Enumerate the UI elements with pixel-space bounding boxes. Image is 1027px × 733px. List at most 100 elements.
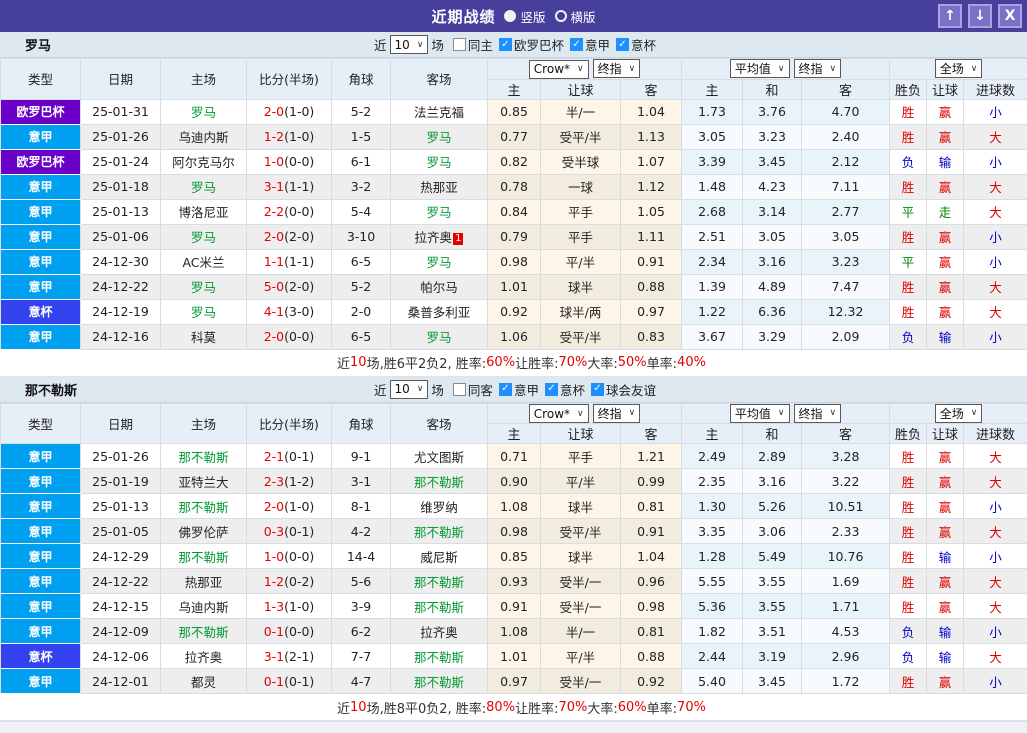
win-loss-result: 胜 [890, 544, 927, 569]
match-row: 意甲25-01-06罗马2-0(2-0)3-10拉齐奥10.79平手1.112.… [1, 224, 1027, 249]
summary-text: 近 [337, 698, 350, 717]
same-venue-filter[interactable]: 同客 [447, 380, 493, 399]
close-button[interactable]: X [998, 4, 1022, 28]
up-arrow-icon: ↑ [944, 8, 956, 24]
match-count-select[interactable]: 10∨ [390, 35, 429, 54]
radio-vertical-layout[interactable]: 竖版 [504, 7, 545, 26]
average-final-select[interactable]: 终指∨ [794, 404, 842, 423]
recent-label: 近 [374, 35, 387, 54]
goals-result: 小 [964, 324, 1027, 349]
competition-filter-0[interactable]: ✓欧罗巴杯 [493, 35, 564, 54]
away-team-name: 尤文图斯 [414, 450, 464, 465]
avg-subheader-2: 客 [802, 79, 890, 99]
win-loss-result: 胜 [890, 594, 927, 619]
odds-source-select[interactable]: Crow*∨ [529, 60, 589, 79]
competition-filter-1[interactable]: ✓意杯 [539, 380, 585, 399]
away-team-name: 那不勒斯 [414, 525, 464, 540]
match-row: 意甲24-12-09那不勒斯0-1(0-0)6-2拉齐奥1.08半/一0.811… [1, 619, 1027, 644]
away-team: 威尼斯 [391, 544, 488, 569]
match-count-select[interactable]: 10∨ [390, 380, 429, 399]
competition-checkbox[interactable]: ✓ [570, 38, 583, 51]
move-up-button[interactable]: ↑ [938, 4, 962, 28]
match-date: 24-12-09 [81, 619, 161, 644]
competition-filter-0[interactable]: ✓意甲 [493, 380, 539, 399]
away-odds: 0.81 [621, 494, 682, 519]
move-down-button[interactable]: ↓ [968, 4, 992, 28]
fulltime-score: 1-0 [264, 154, 284, 169]
competition-checkbox[interactable]: ✓ [545, 383, 558, 396]
competition-filter-1[interactable]: ✓意甲 [564, 35, 610, 54]
same-venue-filter[interactable]: 同主 [447, 35, 493, 54]
win-loss-result: 胜 [890, 299, 927, 324]
halftime-score: (0-0) [284, 549, 314, 564]
average-select[interactable]: 平均值∨ [730, 404, 790, 423]
chevron-down-icon: ∨ [577, 409, 584, 419]
competition-checkbox[interactable]: ✓ [499, 38, 512, 51]
match-type-badge: 意甲 [1, 324, 81, 349]
away-odds: 0.92 [621, 669, 682, 694]
same-venue-label: 同客 [468, 380, 493, 399]
away-team: 热那亚 [391, 174, 488, 199]
away-team: 那不勒斯 [391, 469, 488, 494]
fulltime-score: 2-0 [264, 329, 284, 344]
avg-away-odds: 3.05 [802, 224, 890, 249]
select-value: 全场 [940, 405, 964, 422]
avg-away-odds: 10.76 [802, 544, 890, 569]
fulltime-score: 2-3 [264, 474, 284, 489]
competition-checkbox[interactable]: ✓ [591, 383, 604, 396]
match-row: 欧罗巴杯25-01-31罗马2-0(1-0)5-2法兰克福0.85半/一1.04… [1, 99, 1027, 124]
scope-select[interactable]: 全场∨ [935, 404, 983, 423]
win-loss-result: 平 [890, 199, 927, 224]
competition-filter-2[interactable]: ✓意杯 [610, 35, 656, 54]
odds-final-select[interactable]: 终指∨ [593, 404, 641, 423]
odds-final-select[interactable]: 终指∨ [593, 59, 641, 78]
handicap-result: 赢 [927, 469, 964, 494]
avg-draw-odds: 3.14 [743, 199, 802, 224]
match-score: 1-2(1-0) [247, 124, 332, 149]
away-team: 拉齐奥 [391, 619, 488, 644]
home-odds: 0.77 [488, 124, 541, 149]
column-header-3: 比分(半场) [247, 59, 332, 100]
competition-checkbox[interactable]: ✓ [616, 38, 629, 51]
chevron-down-icon: ∨ [830, 408, 837, 418]
away-odds: 1.13 [621, 124, 682, 149]
average-select[interactable]: 平均值∨ [730, 59, 790, 78]
match-date: 25-01-06 [81, 224, 161, 249]
match-type-badge: 意甲 [1, 224, 81, 249]
summary-stat-value: 10 [350, 700, 367, 715]
horizontal-scrollbar[interactable] [0, 721, 1027, 733]
goals-result: 小 [964, 249, 1027, 274]
avg-away-odds: 3.23 [802, 249, 890, 274]
handicap: 受平/半 [541, 124, 621, 149]
average-final-select[interactable]: 终指∨ [794, 59, 842, 78]
match-type-badge: 意甲 [1, 124, 81, 149]
match-score: 4-1(3-0) [247, 299, 332, 324]
handicap: 球半 [541, 494, 621, 519]
handicap-result: 赢 [927, 444, 964, 469]
scope-select[interactable]: 全场∨ [935, 59, 983, 78]
odds-source-select[interactable]: Crow*∨ [529, 404, 589, 423]
avg-away-odds: 4.53 [802, 619, 890, 644]
handicap-result: 走 [927, 199, 964, 224]
away-odds: 1.21 [621, 444, 682, 469]
match-date: 25-01-31 [81, 99, 161, 124]
win-loss-result: 负 [890, 644, 927, 669]
competition-checkbox[interactable]: ✓ [499, 383, 512, 396]
match-row: 意甲25-01-05佛罗伦萨0-3(0-1)4-2那不勒斯0.98受平/半0.9… [1, 519, 1027, 544]
match-score: 1-3(1-0) [247, 594, 332, 619]
radio-horizontal-layout[interactable]: 横版 [555, 7, 596, 26]
summary-text: 单率: [647, 353, 677, 372]
home-team: 拉齐奥 [161, 644, 247, 669]
away-team-name: 桑普多利亚 [408, 305, 471, 320]
away-team-name: 那不勒斯 [414, 650, 464, 665]
competition-filter-2[interactable]: ✓球会友谊 [585, 380, 656, 399]
same-venue-checkbox[interactable] [453, 38, 466, 51]
fulltime-score: 2-0 [264, 104, 284, 119]
away-team: 那不勒斯 [391, 669, 488, 694]
win-loss-result: 胜 [890, 494, 927, 519]
match-row: 意甲25-01-19亚特兰大2-3(1-2)3-1那不勒斯0.90平/半0.99… [1, 469, 1027, 494]
column-header-0: 类型 [1, 59, 81, 100]
matches-unit-label: 场 [431, 380, 444, 399]
match-score: 3-1(2-1) [247, 644, 332, 669]
same-venue-checkbox[interactable] [453, 383, 466, 396]
